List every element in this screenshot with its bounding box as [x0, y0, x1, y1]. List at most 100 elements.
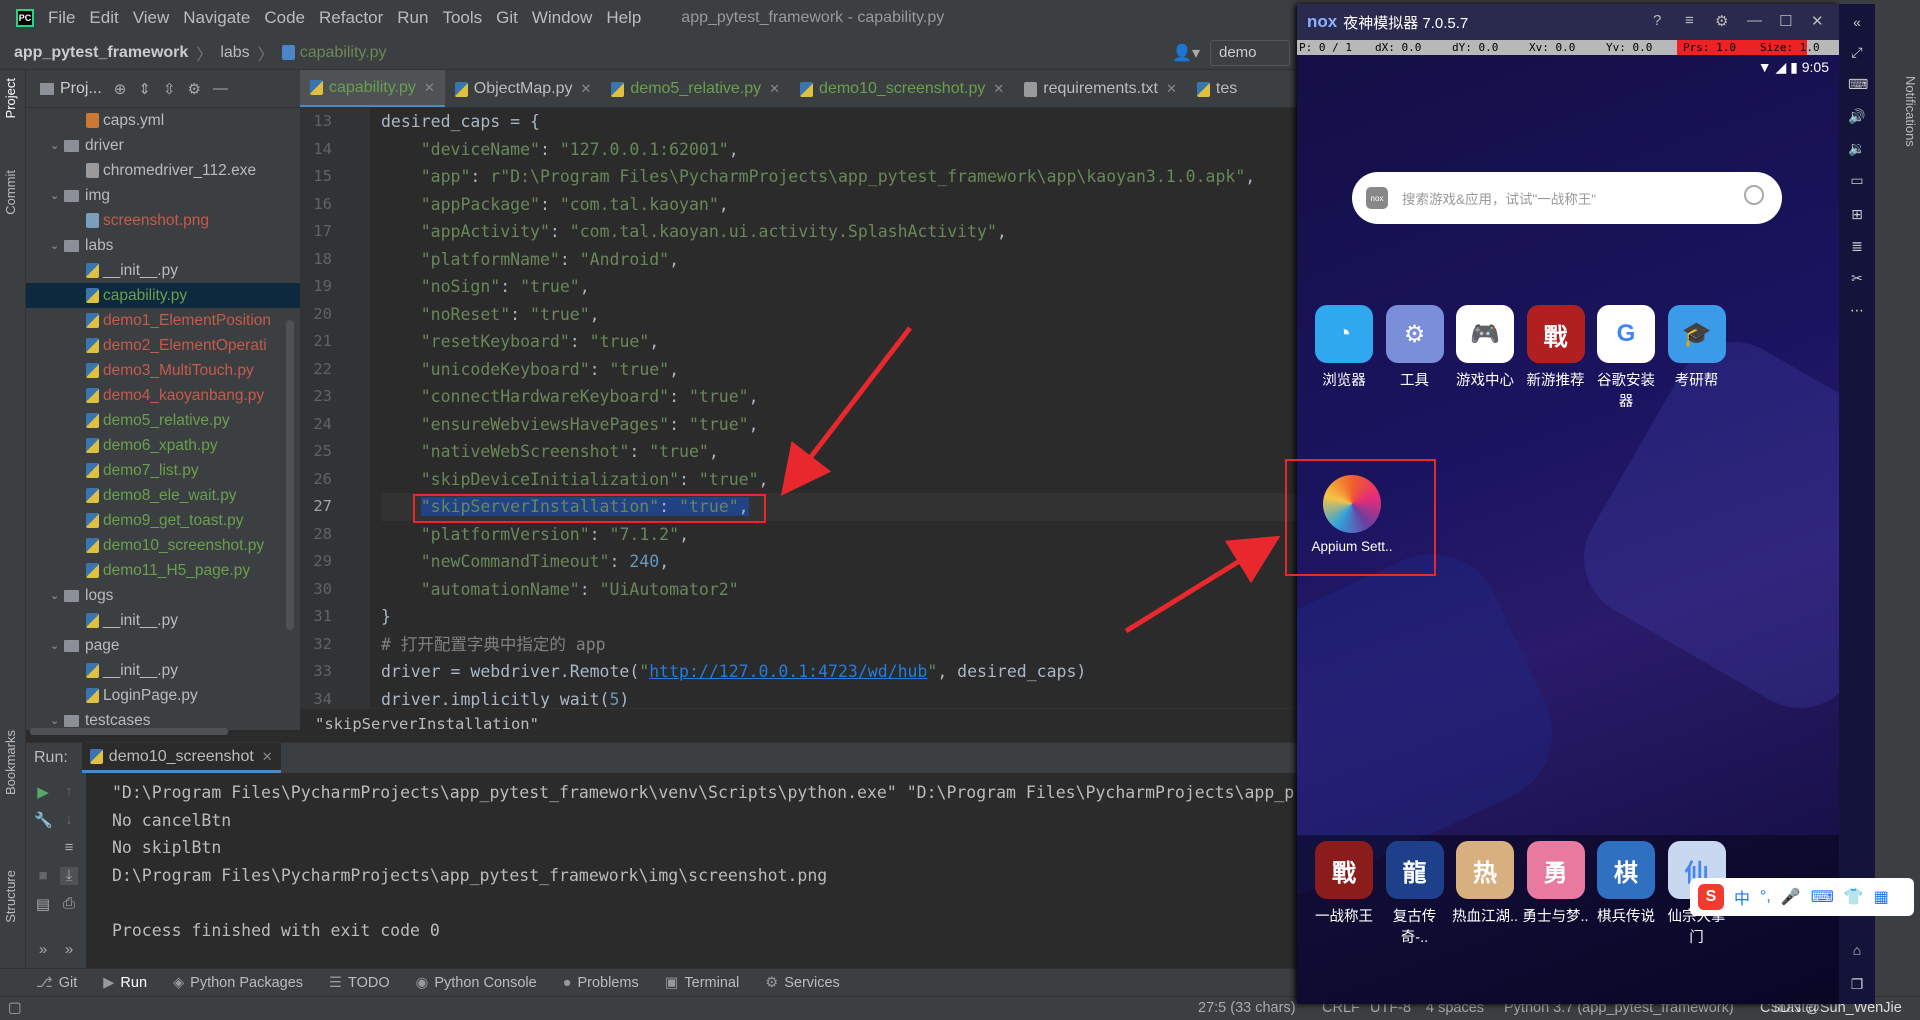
- multi-instance-icon[interactable]: ≣: [1848, 238, 1866, 256]
- tree-item[interactable]: demo11_H5_page.py: [26, 558, 300, 583]
- close-tab-icon[interactable]: ✕: [1166, 81, 1177, 97]
- app-icon-tile[interactable]: G 谷歌安装器: [1591, 305, 1661, 411]
- code-line[interactable]: }: [381, 603, 1300, 631]
- breadcrumb-folder[interactable]: labs: [220, 44, 249, 62]
- tree-item[interactable]: demo6_xpath.py: [26, 433, 300, 458]
- app-icon-tile[interactable]: 🎓 考研帮: [1662, 305, 1732, 390]
- tool-window-git[interactable]: ⎇ Git: [36, 975, 77, 991]
- tree-item[interactable]: ⌄ logs: [26, 583, 300, 608]
- menu-item-window[interactable]: Window: [532, 8, 592, 28]
- close-tab-icon[interactable]: ✕: [769, 81, 780, 97]
- tool-window-run[interactable]: ▶ Run: [103, 975, 147, 991]
- code-area[interactable]: desired_caps = { "deviceName": "127.0.0.…: [381, 108, 1300, 708]
- tool-window-services[interactable]: ⚙ Services: [765, 975, 840, 991]
- close-icon[interactable]: ✕: [262, 749, 273, 765]
- microphone-icon[interactable]: 🎤: [1781, 887, 1801, 907]
- screen-icon[interactable]: ▭: [1848, 172, 1866, 190]
- code-line[interactable]: driver.implicitly_wait(5): [381, 686, 1300, 709]
- editor-tab[interactable]: ObjectMap.py ✕: [445, 70, 602, 107]
- tree-item[interactable]: ⌄ img: [26, 183, 300, 208]
- code-line[interactable]: "nativeWebScreenshot": "true",: [381, 438, 1300, 466]
- tool-window-python-packages[interactable]: ◈ Python Packages: [173, 975, 303, 991]
- tree-item[interactable]: demo10_screenshot.py: [26, 533, 300, 558]
- project-panel-title[interactable]: Proj...: [60, 80, 102, 98]
- punctuation-icon[interactable]: °,: [1760, 888, 1771, 906]
- tree-item[interactable]: demo5_relative.py: [26, 408, 300, 433]
- menu-item-edit[interactable]: Edit: [89, 8, 118, 28]
- tree-item[interactable]: ⌄ driver: [26, 133, 300, 158]
- chevron-down-icon[interactable]: ⌄: [50, 639, 64, 652]
- code-line[interactable]: "noReset": "true",: [381, 301, 1300, 329]
- help-icon[interactable]: ?: [1653, 12, 1661, 29]
- tree-item[interactable]: demo8_ele_wait.py: [26, 483, 300, 508]
- gear-icon[interactable]: ⚙: [1715, 12, 1728, 30]
- editor-tab[interactable]: demo10_screenshot.py ✕: [790, 70, 1014, 107]
- app-search-bar[interactable]: nox 搜索游戏&应用，试试"一战称王": [1352, 172, 1782, 224]
- editor-tab[interactable]: capability.py ✕: [300, 70, 445, 107]
- tree-scrollbar[interactable]: [286, 320, 294, 630]
- app-icon-tile[interactable]: 热热血江湖..: [1450, 841, 1520, 926]
- tree-item[interactable]: demo4_kaoyanbang.py: [26, 383, 300, 408]
- bookmarks-tool-tab[interactable]: Bookmarks: [3, 730, 18, 795]
- tree-item[interactable]: screenshot.png: [26, 208, 300, 233]
- tree-item[interactable]: chromedriver_112.exe: [26, 158, 300, 183]
- run-tab[interactable]: demo10_screenshot ✕: [81, 743, 281, 773]
- editor-tab[interactable]: tes: [1187, 70, 1247, 107]
- app-icon-tile[interactable]: 棋棋兵传说: [1591, 841, 1661, 926]
- layout-icon[interactable]: ▤: [34, 895, 52, 913]
- user-icon[interactable]: 👤▾: [1172, 43, 1200, 63]
- chevron-down-icon[interactable]: ⌄: [50, 189, 64, 202]
- tree-item[interactable]: __init__.py: [26, 608, 300, 633]
- editor-breadcrumb[interactable]: "skipServerInstallation": [300, 708, 1300, 740]
- code-line[interactable]: driver = webdriver.Remote("http://127.0.…: [381, 658, 1300, 686]
- structure-tool-tab[interactable]: Structure: [3, 870, 18, 923]
- chevron-down-icon[interactable]: ⌄: [50, 239, 64, 252]
- menu-icon[interactable]: ≡: [1685, 12, 1694, 29]
- menu-item-help[interactable]: Help: [606, 8, 641, 28]
- tree-item[interactable]: capability.py: [26, 283, 300, 308]
- tree-item[interactable]: demo9_get_toast.py: [26, 508, 300, 533]
- app-icon-tile[interactable]: ◔ 浏览器: [1309, 305, 1379, 390]
- layout-toggle-icon[interactable]: ▢: [8, 1000, 22, 1016]
- code-line[interactable]: "ensureWebviewsHavePages": "true",: [381, 411, 1300, 439]
- code-line[interactable]: "platformVersion": "7.1.2",: [381, 521, 1300, 549]
- code-line[interactable]: "newCommandTimeout": 240,: [381, 548, 1300, 576]
- menu-item-navigate[interactable]: Navigate: [183, 8, 250, 28]
- menu-item-file[interactable]: File: [48, 8, 75, 28]
- search-icon[interactable]: [1744, 185, 1764, 205]
- project-tool-tab[interactable]: Project: [3, 78, 18, 118]
- tree-item[interactable]: ⌄ testcases: [26, 708, 300, 730]
- tool-window-todo[interactable]: ☰ TODO: [329, 975, 390, 991]
- tool-window-problems[interactable]: ● Problems: [563, 975, 639, 991]
- tree-horizontal-scrollbar[interactable]: [30, 728, 228, 735]
- code-line[interactable]: "unicodeKeyboard": "true",: [381, 356, 1300, 384]
- code-line[interactable]: # 打开配置字典中指定的 app: [381, 631, 1300, 659]
- scroll-to-end-icon[interactable]: ⤓: [60, 867, 78, 885]
- more-icon[interactable]: »: [60, 941, 78, 959]
- app-icon-tile[interactable]: 戰新游推荐: [1521, 305, 1591, 390]
- tree-item[interactable]: demo7_list.py: [26, 458, 300, 483]
- scroll-down-icon[interactable]: ↓: [60, 811, 78, 829]
- tree-item[interactable]: __init__.py: [26, 258, 300, 283]
- toolbox-icon[interactable]: ▦: [1874, 887, 1889, 907]
- menu-item-tools[interactable]: Tools: [442, 8, 482, 28]
- menu-item-refactor[interactable]: Refactor: [319, 8, 383, 28]
- tree-item[interactable]: __init__.py: [26, 658, 300, 683]
- scroll-up-icon[interactable]: ↑: [60, 783, 78, 801]
- close-tab-icon[interactable]: ✕: [993, 81, 1004, 97]
- tree-item[interactable]: demo3_MultiTouch.py: [26, 358, 300, 383]
- recent-apps-icon[interactable]: ❐: [1848, 976, 1866, 994]
- code-line[interactable]: "noSign": "true",: [381, 273, 1300, 301]
- tree-item[interactable]: caps.yml: [26, 108, 300, 133]
- code-line[interactable]: "skipDeviceInitialization": "true",: [381, 466, 1300, 494]
- menu-item-run[interactable]: Run: [397, 8, 428, 28]
- collapse-icon[interactable]: «: [1848, 14, 1866, 32]
- print-icon[interactable]: ⎙: [60, 895, 78, 913]
- app-icon-tile[interactable]: 勇勇士与梦..: [1521, 841, 1591, 926]
- breadcrumb-file[interactable]: capability.py: [300, 44, 387, 62]
- soft-wrap-icon[interactable]: ≡: [60, 839, 78, 857]
- close-tab-icon[interactable]: ✕: [424, 80, 435, 96]
- menu-item-git[interactable]: Git: [496, 8, 518, 28]
- stop-icon[interactable]: ■: [34, 867, 52, 885]
- maximize-icon[interactable]: ☐: [1779, 12, 1792, 30]
